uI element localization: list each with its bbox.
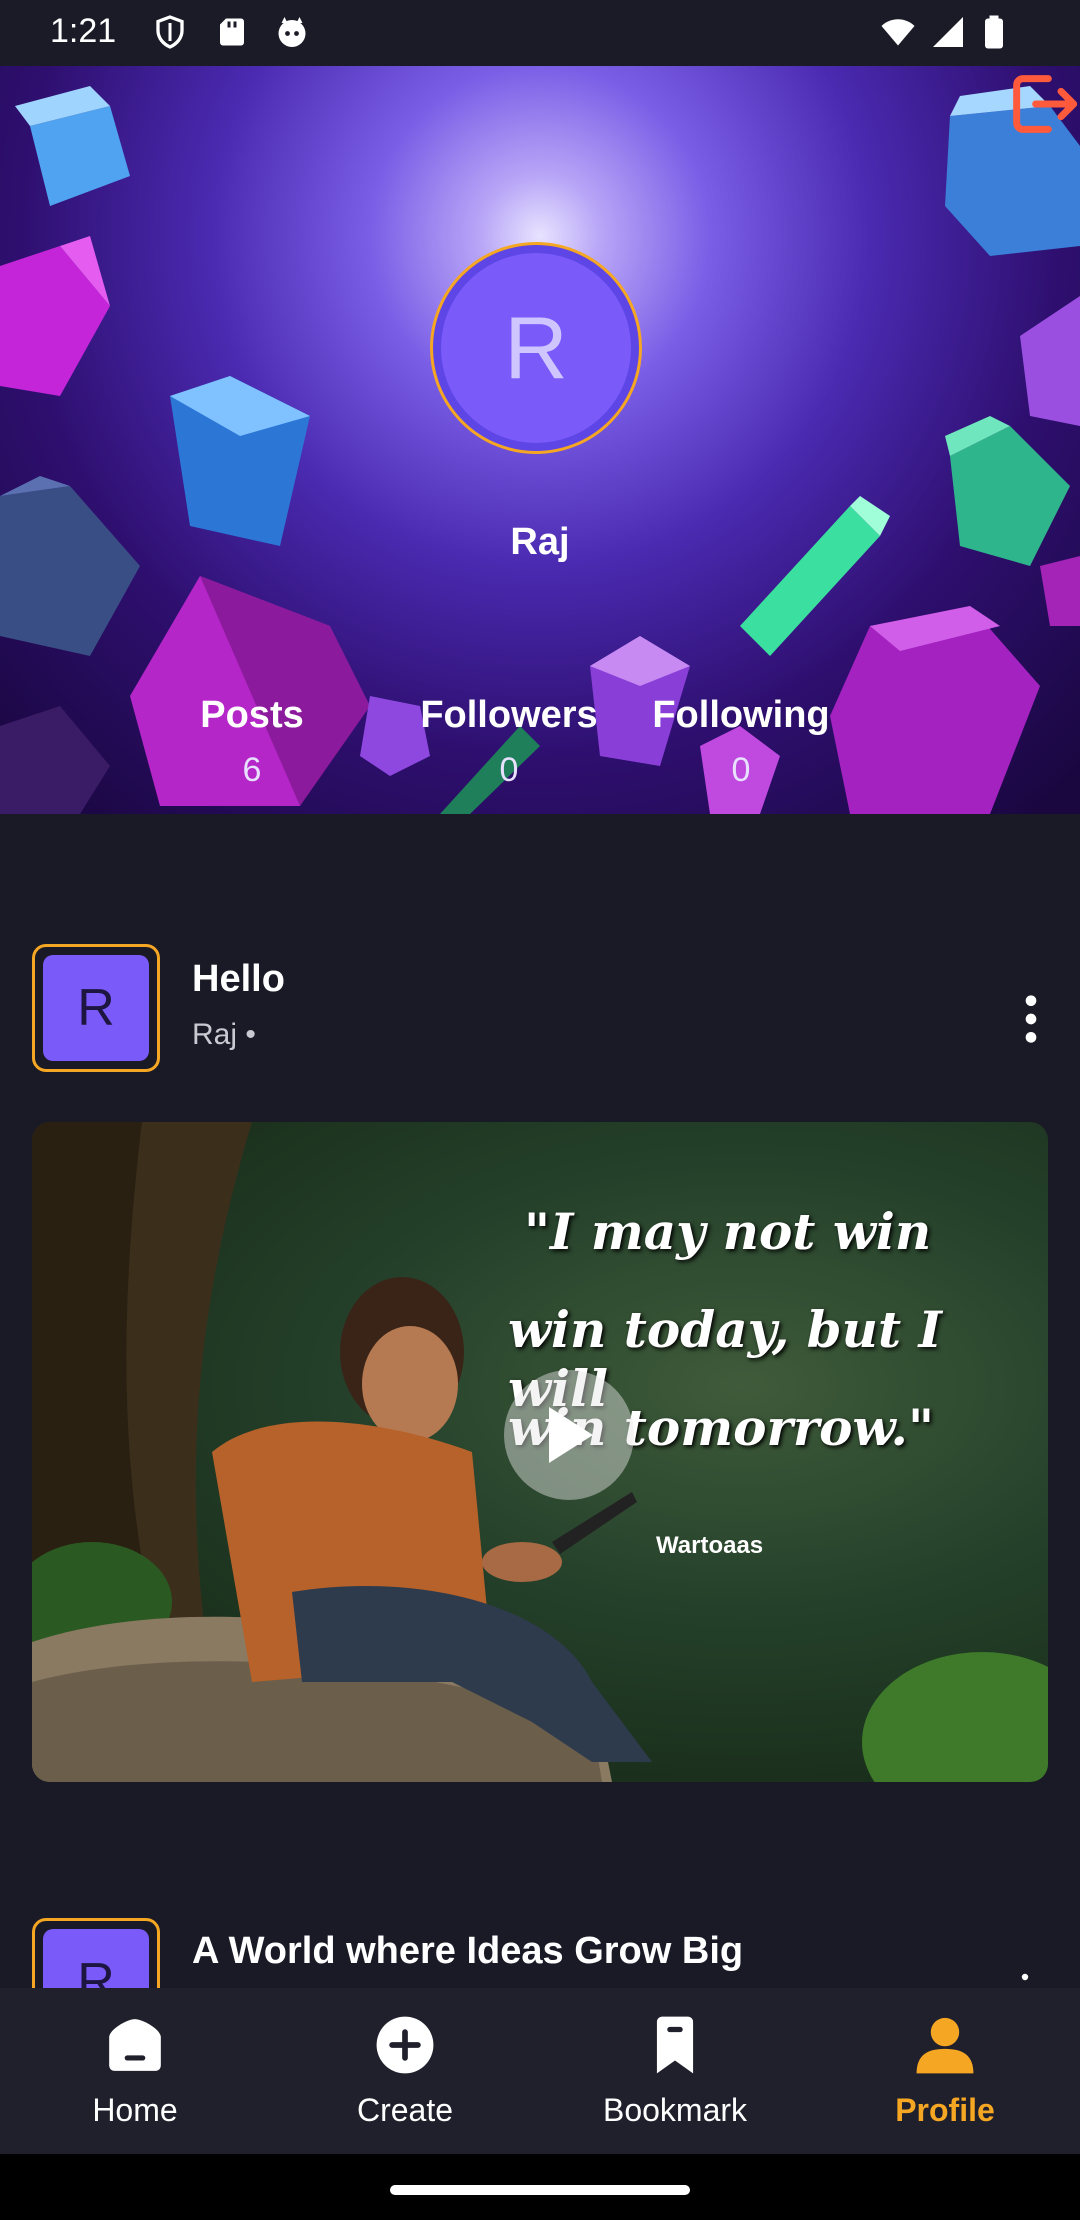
profile-name: Raj bbox=[510, 521, 570, 563]
bottom-nav: Home Create Bookmark Profile bbox=[0, 1988, 1080, 2154]
profile-avatar-letter: R bbox=[441, 253, 631, 443]
profile-icon bbox=[916, 2017, 974, 2074]
logout-icon[interactable] bbox=[1004, 66, 1080, 142]
gesture-handle[interactable] bbox=[390, 2185, 690, 2195]
nav-label: Create bbox=[356, 2092, 454, 2128]
post-title[interactable]: A World where Ideas Grow Big bbox=[192, 1930, 743, 1973]
stat-label: Posts bbox=[200, 694, 304, 736]
cat-icon bbox=[278, 17, 306, 47]
stat-followers[interactable]: Followers 0 bbox=[402, 694, 616, 790]
nav-profile[interactable]: Profile bbox=[810, 1988, 1080, 2154]
post-avatar-letter: R bbox=[43, 955, 149, 1061]
stat-label: Following bbox=[652, 694, 830, 736]
play-icon bbox=[549, 1407, 593, 1463]
nav-label: Profile bbox=[895, 2092, 995, 2128]
post-avatar[interactable]: R bbox=[32, 944, 160, 1072]
shield-icon bbox=[156, 15, 184, 49]
post-header: R Hello Raj • bbox=[32, 944, 1048, 1074]
stat-posts[interactable]: Posts 6 bbox=[172, 694, 332, 790]
bookmark-icon bbox=[656, 2016, 694, 2074]
wifi-icon bbox=[881, 19, 915, 46]
stat-label: Followers bbox=[420, 694, 598, 736]
stat-value: 6 bbox=[242, 751, 262, 789]
quote-line-1: "I may not win bbox=[524, 1202, 932, 1261]
profile-avatar[interactable]: R bbox=[430, 242, 642, 454]
stat-value: 0 bbox=[499, 751, 519, 789]
nav-bookmark[interactable]: Bookmark bbox=[540, 1988, 810, 2154]
status-bar: 1:21 bbox=[0, 0, 1080, 66]
more-vert-icon[interactable] bbox=[1014, 994, 1048, 1044]
nav-label: Home bbox=[92, 2092, 178, 2128]
nav-create[interactable]: Create bbox=[270, 1988, 540, 2154]
post-title[interactable]: Hello bbox=[192, 958, 285, 1001]
post-author: Raj • bbox=[192, 1018, 256, 1051]
post-video[interactable]: "I may not win win today, but I will win… bbox=[32, 1122, 1048, 1782]
home-icon bbox=[109, 2019, 161, 2071]
battery-icon bbox=[985, 15, 1003, 49]
nav-label: Bookmark bbox=[602, 2092, 748, 2128]
sd-card-icon bbox=[220, 18, 244, 46]
nav-home[interactable]: Home bbox=[0, 1988, 270, 2154]
watermark-text: Wartoaas bbox=[656, 1532, 764, 1559]
profile-header: R Raj Posts 6 Followers 0 Following 0 bbox=[0, 66, 1080, 814]
stat-value: 0 bbox=[731, 751, 751, 789]
status-time: 1:21 bbox=[50, 12, 117, 50]
stat-following[interactable]: Following 0 bbox=[636, 694, 846, 790]
add-circle-icon bbox=[376, 2016, 434, 2074]
play-button[interactable] bbox=[504, 1370, 634, 1500]
signal-icon bbox=[933, 17, 963, 47]
